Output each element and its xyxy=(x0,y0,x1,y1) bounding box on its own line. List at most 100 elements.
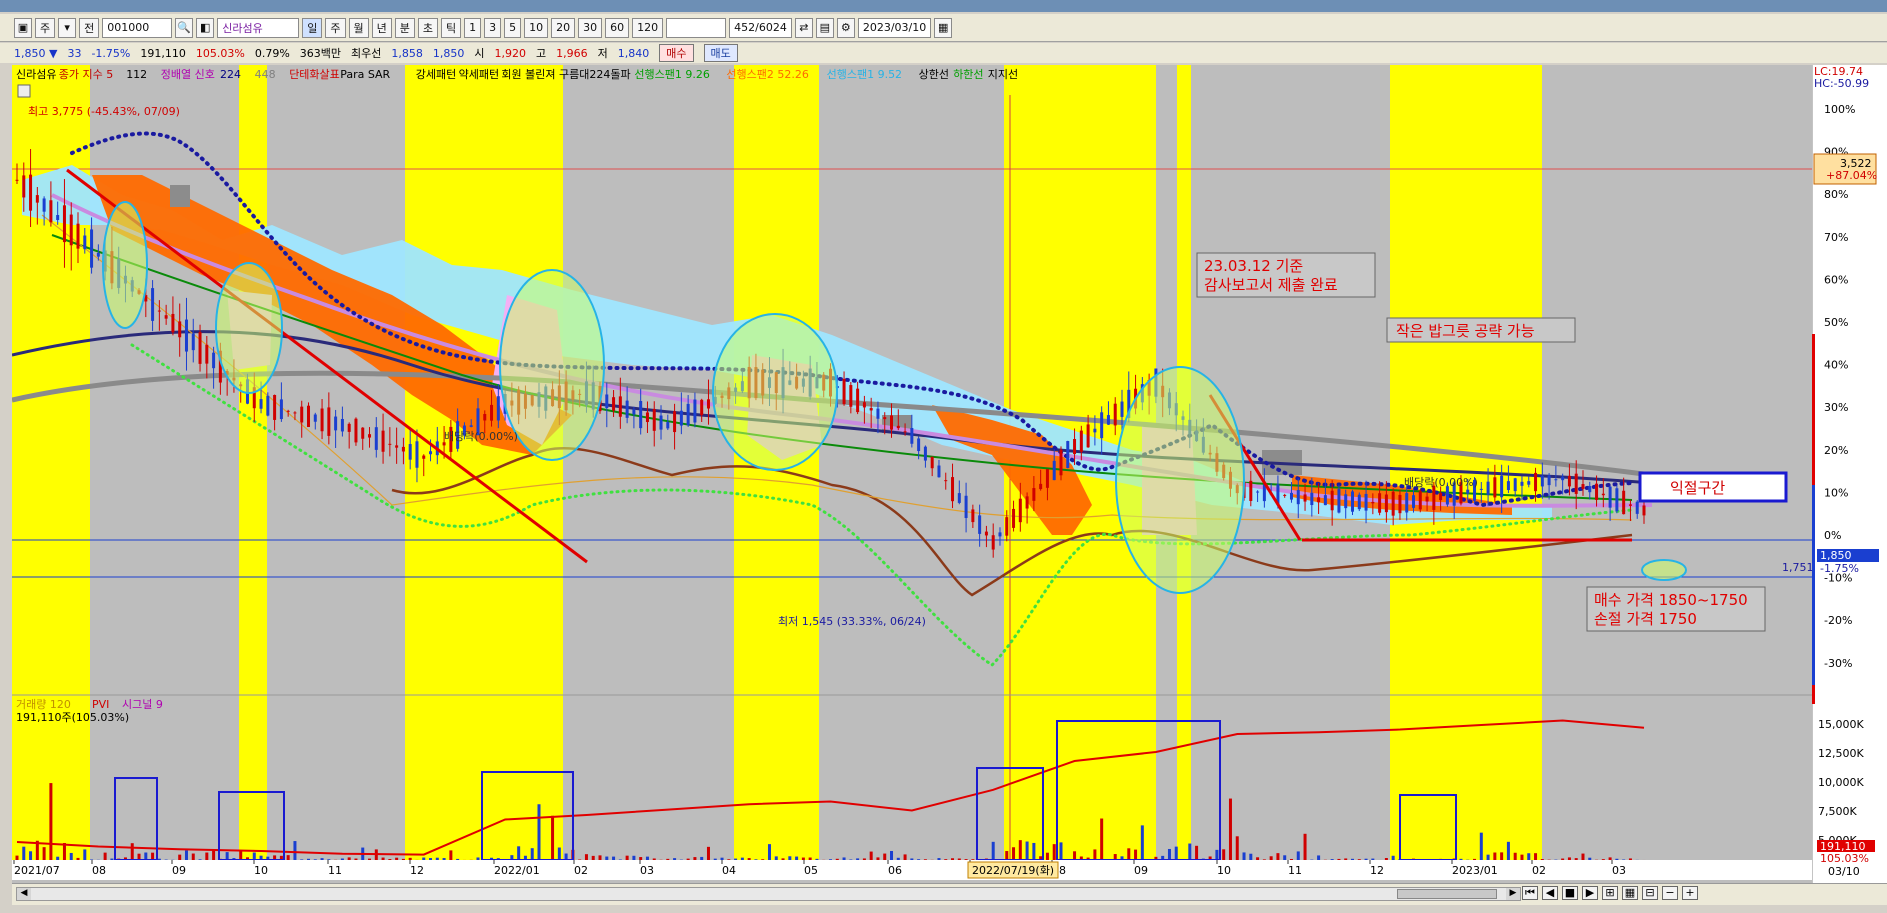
volume-bar xyxy=(551,815,555,860)
interval-custom-input[interactable] xyxy=(666,17,727,38)
zoom-in-icon[interactable]: + xyxy=(1682,886,1698,900)
volume-bar xyxy=(1127,848,1131,860)
candle-body xyxy=(645,412,649,423)
volume-bar xyxy=(1330,859,1334,860)
period-day[interactable]: 일 xyxy=(302,17,323,38)
period-second[interactable]: 초 xyxy=(417,17,438,38)
note-audit-line2: 감사보고서 제출 완료 xyxy=(1204,276,1338,294)
legend-item[interactable]: 회원 볼린져 구름대224돌파 xyxy=(501,68,630,81)
legend-item[interactable]: 정배열 신호 xyxy=(161,68,215,81)
legend-item[interactable]: 선행스팬2 52.26 xyxy=(726,68,808,81)
code-input[interactable]: 001000 xyxy=(102,17,173,38)
volume-bar xyxy=(56,856,60,860)
interval-120[interactable]: 120 xyxy=(632,17,664,38)
fix-icon[interactable]: ⇄ xyxy=(794,17,813,38)
volume-bar xyxy=(15,855,19,860)
volume-bar xyxy=(917,859,921,860)
vol-box-pct: 105.03% xyxy=(1820,852,1869,865)
count-field[interactable]: 452/6024 xyxy=(729,17,792,38)
first-page-icon[interactable]: ⏮ xyxy=(1522,886,1538,900)
volume-bar xyxy=(761,859,765,860)
buy-button[interactable]: 매수 xyxy=(659,44,694,62)
candle-body xyxy=(1066,441,1070,468)
period-week[interactable]: 주 xyxy=(325,17,346,38)
candle-body xyxy=(944,480,948,482)
chart-area[interactable]: 신라섬유 종가 지수 5 112 정배열 신호 224 448 단테화살표 Para SAR 강… xyxy=(11,65,1887,883)
volume-bar xyxy=(957,858,961,860)
candle-body xyxy=(930,456,934,469)
x-tick-label: 12 xyxy=(410,864,424,877)
sell-button[interactable]: 매도 xyxy=(703,44,738,62)
volume-bar xyxy=(774,856,778,860)
volume-bar xyxy=(449,850,453,860)
candle-body xyxy=(381,430,385,452)
save-icon[interactable]: ▤ xyxy=(815,17,834,38)
fit-icon[interactable]: ⊟ xyxy=(1642,886,1658,900)
chart-toolbox-icon[interactable] xyxy=(17,84,31,98)
legend-item[interactable]: 선행스팬1 9.26 xyxy=(634,68,709,81)
legend-item[interactable]: 단테화살표 xyxy=(289,68,340,81)
interval-60[interactable]: 60 xyxy=(605,17,630,38)
prev-icon[interactable]: ◀ xyxy=(1542,886,1558,900)
volume-bar xyxy=(144,852,148,860)
interval-30[interactable]: 30 xyxy=(578,17,603,38)
legend-item[interactable]: 선행스팬1 9.52 xyxy=(827,68,902,81)
interval-3[interactable]: 3 xyxy=(484,17,502,38)
legend-item[interactable]: 신라섬유 xyxy=(16,68,56,81)
period-month[interactable]: 월 xyxy=(348,17,369,38)
dividend-annotation-1: 배당락(0.00%) xyxy=(444,430,518,443)
volume-bar xyxy=(212,850,216,860)
gear-icon[interactable]: ⚙ xyxy=(836,17,855,38)
period-tick[interactable]: 틱 xyxy=(441,17,462,38)
horizontal-scrollbar[interactable]: ◀ ▶ xyxy=(16,887,1521,901)
arrows-icon[interactable]: ◧ xyxy=(196,17,215,38)
pct-label: 60% xyxy=(1824,273,1848,286)
stop-icon[interactable]: ■ xyxy=(1562,886,1578,900)
volume-bar xyxy=(1500,852,1504,860)
interval-1[interactable]: 1 xyxy=(464,17,482,38)
next-icon[interactable]: ▶ xyxy=(1582,886,1598,900)
legend-item[interactable]: 112 xyxy=(126,68,147,81)
legend-item[interactable]: Para SAR xyxy=(340,68,390,81)
stock-name-field[interactable]: 신라섬유 xyxy=(217,17,300,38)
legend-item[interactable]: 지지선 xyxy=(988,68,1018,81)
date-input[interactable]: 2023/03/10 xyxy=(857,17,932,38)
legend-item[interactable]: 상한선 xyxy=(919,68,949,81)
legend-item[interactable]: 약세패턴 xyxy=(459,67,499,81)
legend-item[interactable]: 하한선 xyxy=(953,67,983,81)
volume-bar xyxy=(1493,852,1497,860)
interval-10[interactable]: 10 xyxy=(524,17,549,38)
legend-item[interactable]: 224 xyxy=(220,68,241,81)
volume-bar xyxy=(401,858,405,860)
period-minute[interactable]: 분 xyxy=(394,17,415,38)
zoom-icon[interactable]: ⊞ xyxy=(1602,886,1618,900)
legend-item[interactable]: 448 xyxy=(255,68,276,81)
zoom-out-icon[interactable]: − xyxy=(1662,886,1678,900)
candle-body xyxy=(618,396,622,417)
interval-5[interactable]: 5 xyxy=(504,17,522,38)
layout-icon[interactable]: ▣ xyxy=(14,17,32,38)
candle-body xyxy=(320,408,324,432)
price-1751-label: 1,751 xyxy=(1782,561,1812,574)
interval-20[interactable]: 20 xyxy=(551,17,576,38)
vol-axis-label: 12,500K xyxy=(1818,747,1864,760)
legend-item[interactable]: 종가 지수 5 xyxy=(59,68,113,81)
end-date-label: 03/10 xyxy=(1828,865,1860,878)
volume-bar xyxy=(795,856,799,860)
period-year[interactable]: 년 xyxy=(371,17,392,38)
scroll-thumb[interactable] xyxy=(1397,889,1497,899)
candle-body xyxy=(1039,483,1043,490)
calendar-icon[interactable]: ▦ xyxy=(934,17,953,38)
chevron-down-icon[interactable]: ▾ xyxy=(58,17,77,38)
mode-select[interactable]: 주 xyxy=(35,17,56,38)
grid-icon[interactable]: ▦ xyxy=(1622,886,1638,900)
scroll-left-icon[interactable]: ◀ xyxy=(17,888,31,900)
legend-item[interactable]: 강세패턴 xyxy=(416,68,456,81)
x-tick-label: 12 xyxy=(1370,864,1384,877)
price-box-pct: +87.04% xyxy=(1826,169,1877,182)
chart-svg[interactable]: 신라섬유 종가 지수 5 112 정배열 신호 224 448 단테화살표 Para SAR 강… xyxy=(11,65,1814,883)
search-icon[interactable]: 🔍 xyxy=(175,17,194,38)
prev-button[interactable]: 전 xyxy=(79,17,100,38)
candle-body xyxy=(1561,476,1565,481)
scroll-right-icon[interactable]: ▶ xyxy=(1506,888,1520,900)
